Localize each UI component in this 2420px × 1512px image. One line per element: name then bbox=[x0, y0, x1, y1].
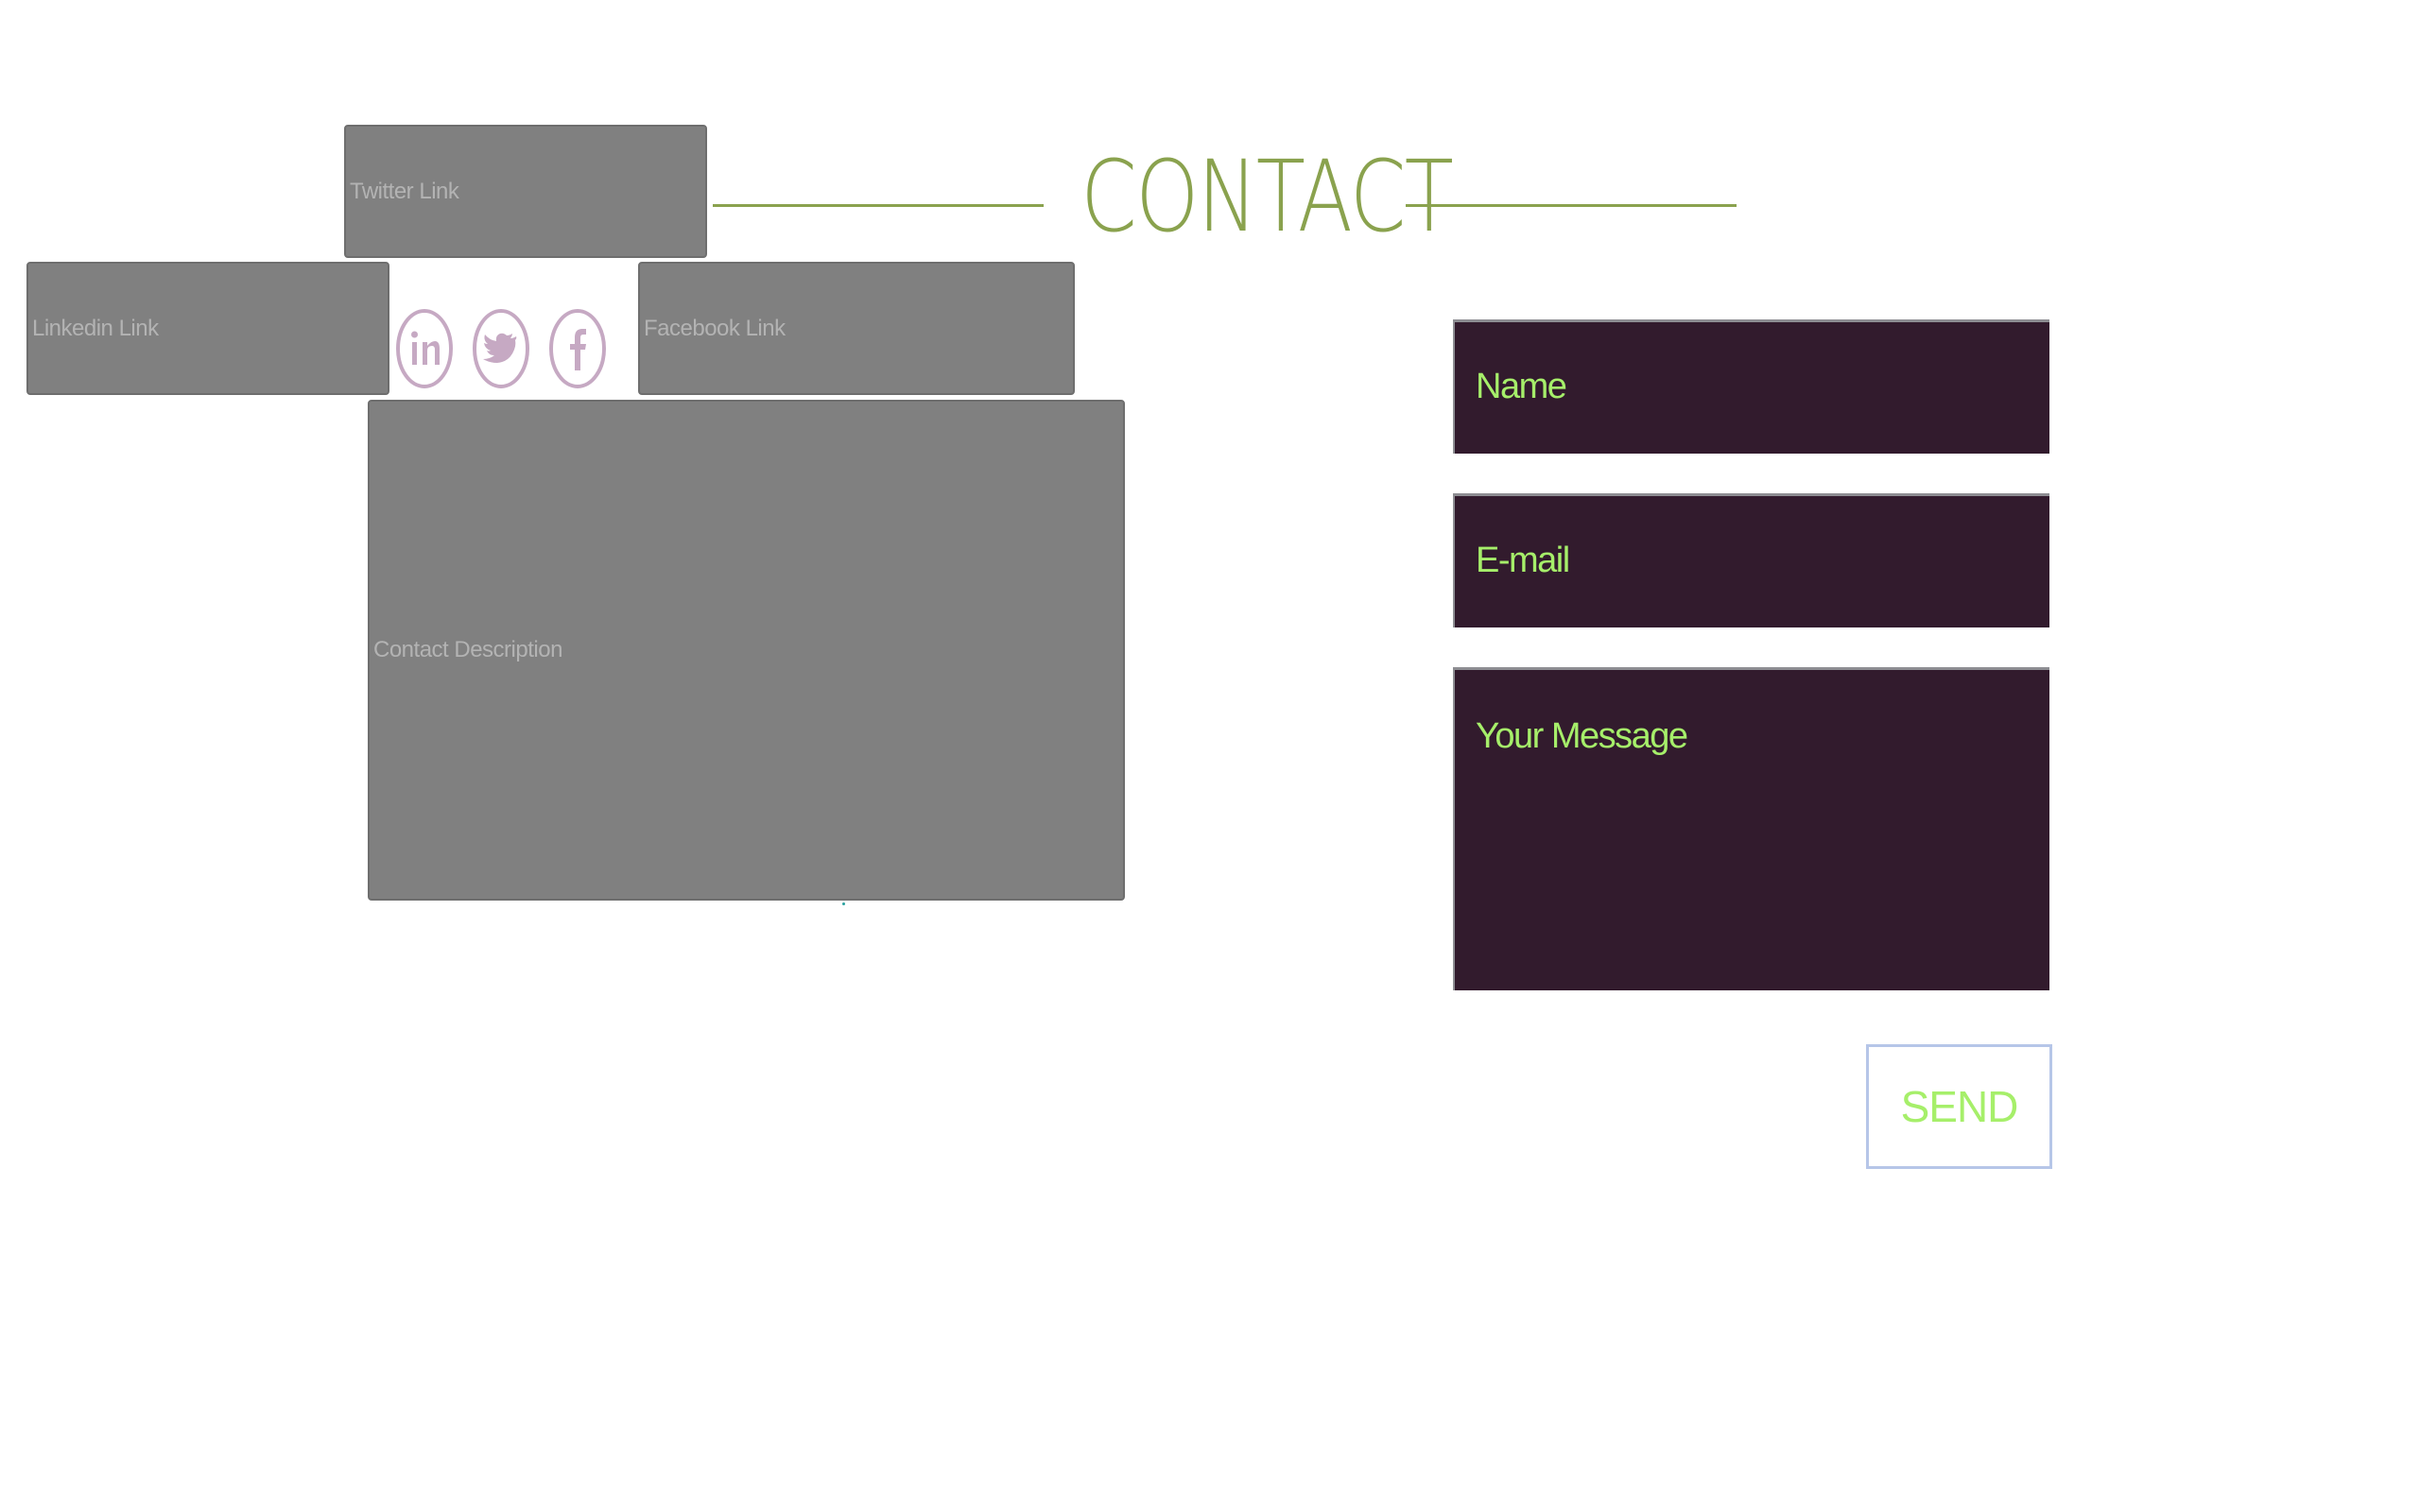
heading-rule-left bbox=[713, 204, 1044, 207]
contact-page: CONTACT Twitter Link Linkedin Link Faceb… bbox=[0, 0, 2420, 1512]
email-input[interactable]: E-mail bbox=[1453, 493, 2049, 627]
page-title: CONTACT bbox=[1080, 139, 1454, 254]
facebook-icon[interactable] bbox=[548, 308, 607, 389]
decorative-dot bbox=[842, 902, 845, 905]
message-textarea[interactable]: Your Message bbox=[1453, 667, 2049, 990]
twitter-icon[interactable] bbox=[472, 308, 530, 389]
linkedin-icon[interactable] bbox=[395, 308, 454, 389]
linkedin-link-field[interactable]: Linkedin Link bbox=[26, 262, 389, 395]
contact-description-field[interactable]: Contact Description bbox=[368, 400, 1125, 901]
send-button[interactable]: SEND bbox=[1866, 1044, 2052, 1169]
twitter-link-field[interactable]: Twitter Link bbox=[344, 125, 707, 258]
heading-rule-right bbox=[1406, 204, 1737, 207]
name-input[interactable]: Name bbox=[1453, 319, 2049, 454]
social-icons bbox=[395, 308, 613, 391]
facebook-link-field[interactable]: Facebook Link bbox=[638, 262, 1075, 395]
